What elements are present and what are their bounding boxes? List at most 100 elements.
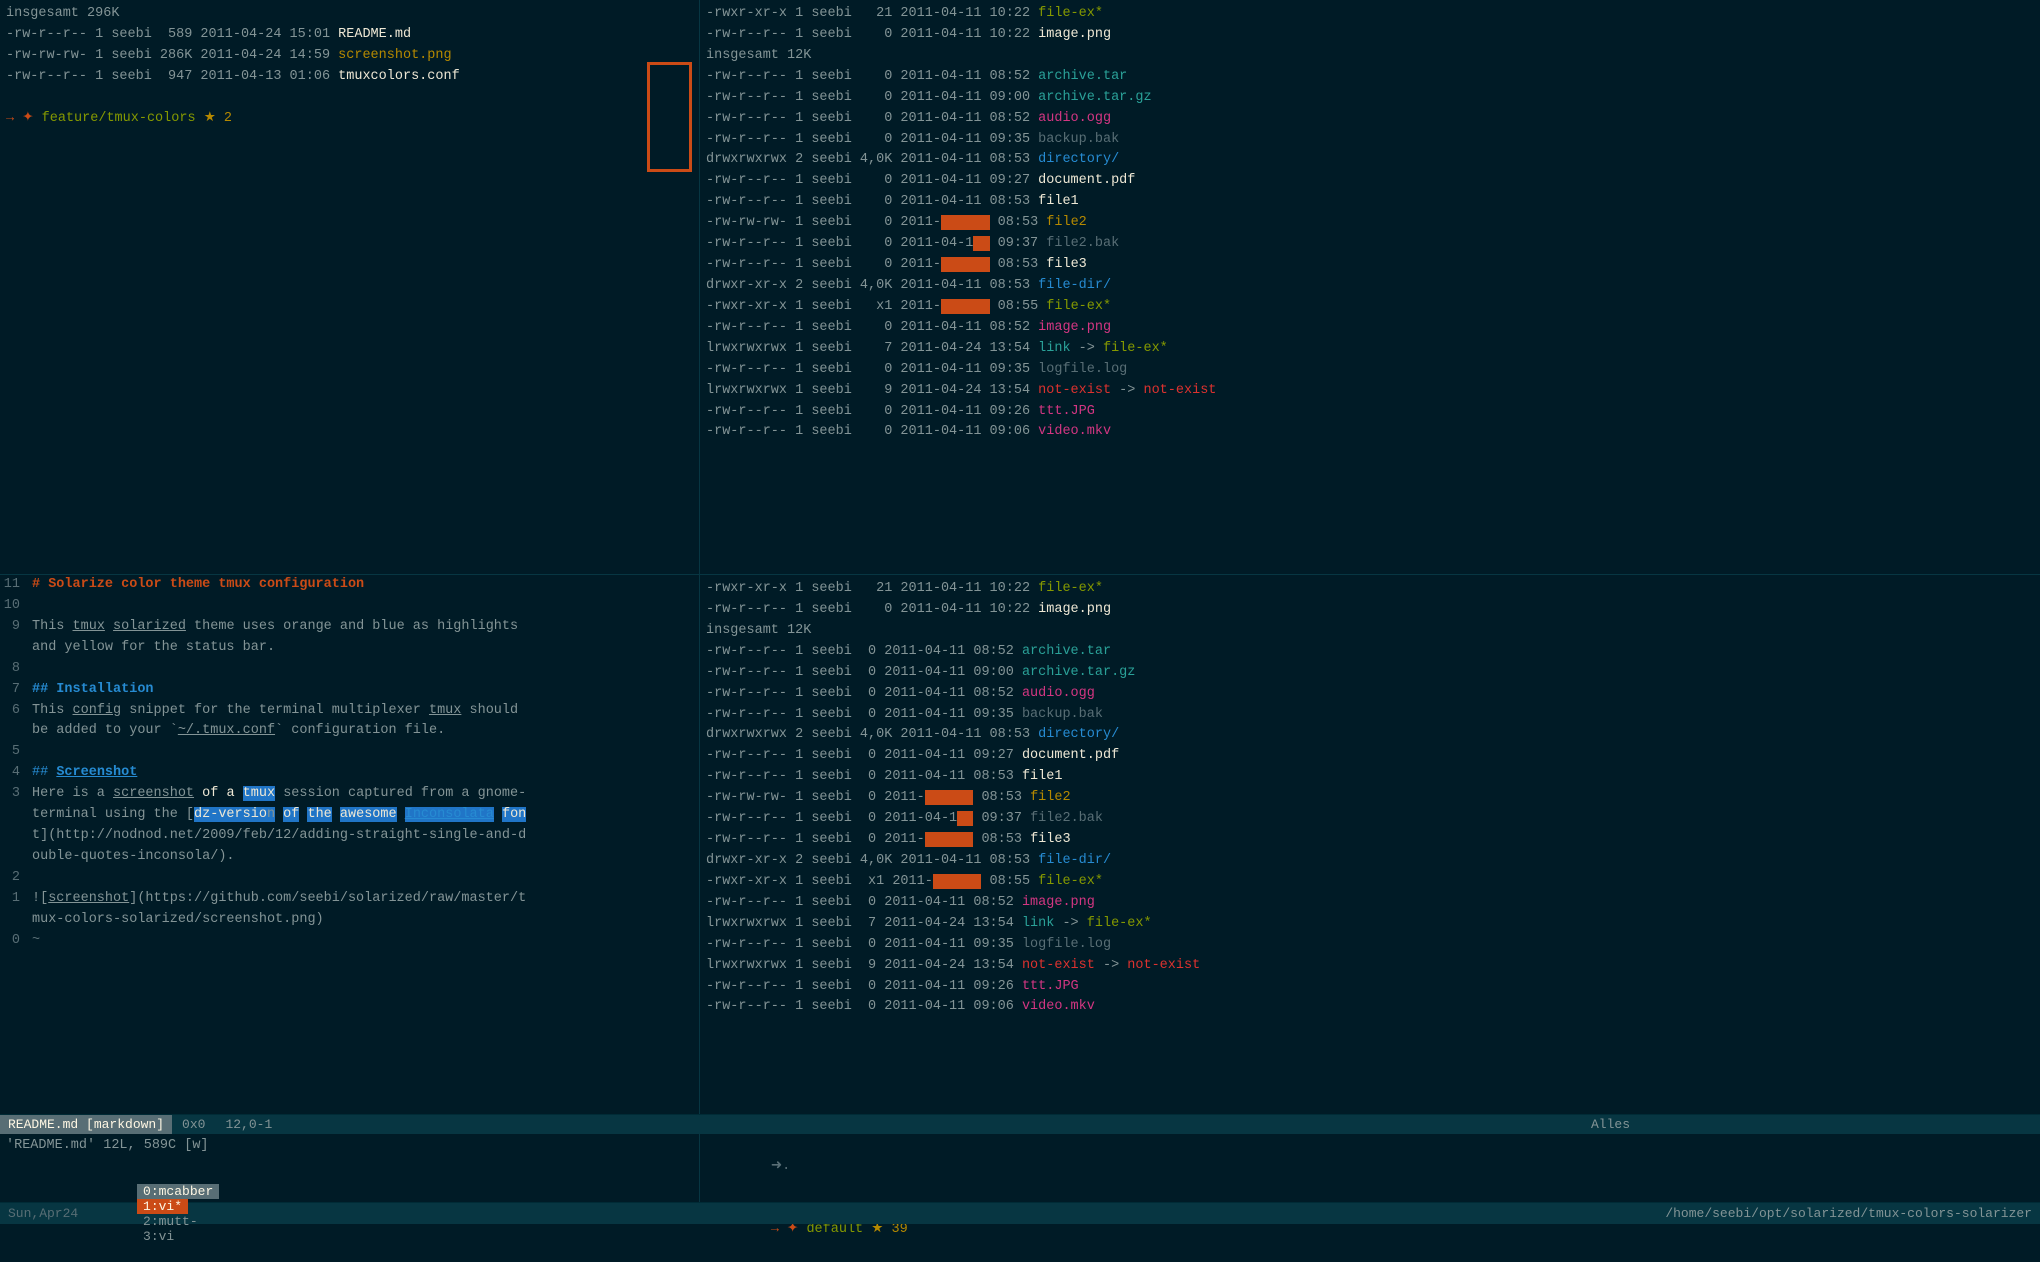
line-content-2	[28, 868, 699, 889]
line-num-3c	[0, 826, 28, 847]
line-num-1b	[0, 910, 28, 931]
line-num-3: 3	[0, 784, 28, 805]
r-line-link: lrwxrwxrwx 1 seebi 7 2011-04-24 13:54 li…	[700, 339, 2040, 360]
fb-line-9: -rw-r--r-- 1 seebi 0 2011-04-11 09:27 do…	[700, 746, 2040, 767]
shell-prompt-right: ➜.	[706, 1136, 2034, 1199]
fb-line-5: -rw-r--r-- 1 seebi 0 2011-04-11 09:00 ar…	[700, 663, 2040, 684]
editor-line-9: 9 This tmux solarized theme uses orange …	[0, 617, 699, 638]
r-line-doc: -rw-r--r-- 1 seebi 0 2011-04-11 09:27 do…	[700, 171, 2040, 192]
editor-line-2: 2	[0, 868, 699, 889]
line-num-8: 8	[0, 659, 28, 680]
line-num-11: 11	[0, 575, 28, 596]
r-line-file1: -rw-r--r-- 1 seebi 0 2011-04-11 08:53 fi…	[700, 192, 2040, 213]
left-top-pane[interactable]: insgesamt 296K -rw-r--r-- 1 seebi 589 20…	[0, 0, 700, 574]
ls-line-total: insgesamt 296K	[0, 4, 699, 25]
line-num-4: 4	[0, 763, 28, 784]
ls-line-blank	[0, 88, 699, 109]
r-line-3: insgesamt 12K	[700, 46, 2040, 67]
editor-line-1b: mux-colors-solarized/screenshot.png)	[0, 910, 699, 931]
r-line-file3: -rw-r--r-- 1 seebi 0 2011- 08:53 file3	[700, 255, 2040, 276]
line-content-0: ~	[28, 931, 699, 952]
r-line-notexist: lrwxrwxrwx 1 seebi 9 2011-04-24 13:54 no…	[700, 381, 2040, 402]
line-content-8	[28, 659, 699, 680]
r-line-file2: -rw-rw-rw- 1 seebi 0 2011- 08:53 file2	[700, 213, 2040, 234]
fb-line-18: -rw-r--r-- 1 seebi 0 2011-04-11 09:35 lo…	[700, 935, 2040, 956]
fb-line-16: -rw-r--r-- 1 seebi 0 2011-04-11 08:52 im…	[700, 893, 2040, 914]
fb-line-14: drwxr-xr-x 2 seebi 4,0K 2011-04-11 08:53…	[700, 851, 2040, 872]
vim-message: 'README.md' 12L, 589C [w]	[6, 1136, 693, 1157]
line-num-1: 1	[0, 889, 28, 910]
line-content-6: This config snippet for the terminal mul…	[28, 701, 699, 722]
line-num-6: 6	[0, 701, 28, 722]
bottom-terminal: 'README.md' 12L, 589C [w] ➜. → ✦ default…	[0, 1134, 2040, 1202]
r-line-archive-tar: -rw-r--r-- 1 seebi 0 2011-04-11 08:52 ar…	[700, 67, 2040, 88]
fb-line-7: -rw-r--r-- 1 seebi 0 2011-04-11 09:35 ba…	[700, 705, 2040, 726]
line-content-1: ![screenshot](https://github.com/seebi/s…	[28, 889, 699, 910]
pane-info-left: 0:mcabber 1:vi* 2:mutt- 3:vi	[90, 1169, 219, 1259]
line-num-9: 9	[0, 617, 28, 638]
editor-line-1: 1 ![screenshot](https://github.com/seebi…	[0, 889, 699, 910]
cursor-indicator	[647, 62, 692, 172]
bottom-right-pane[interactable]: ➜. → ✦ default ★ 39	[700, 1134, 2040, 1202]
fb-line-3: insgesamt 12K	[700, 621, 2040, 642]
r-line-dir: drwxrwxrwx 2 seebi 4,0K 2011-04-11 08:53…	[700, 150, 2040, 171]
editor-line-9b: and yellow for the status bar.	[0, 638, 699, 659]
r-line-fileex: -rwxr-xr-x 1 seebi x1 2011- 08:55 file-e…	[700, 297, 2040, 318]
r-line-1: -rwxr-xr-x 1 seebi 21 2011-04-11 10:22 f…	[700, 4, 2040, 25]
line-content-6b: be added to your `~/.tmux.conf` configur…	[28, 721, 699, 742]
line-content-3b: terminal using the [dz-version of the aw…	[28, 805, 699, 826]
line-num-0: 0	[0, 931, 28, 952]
ls-line-tmuxconf: -rw-r--r-- 1 seebi 947 2011-04-13 01:06 …	[0, 67, 699, 88]
fb-line-12: -rw-r--r-- 1 seebi 0 2011-04-1 09:37 fil…	[700, 809, 2040, 830]
terminal-container: insgesamt 296K -rw-r--r-- 1 seebi 589 20…	[0, 0, 2040, 1224]
line-content-9: This tmux solarized theme uses orange an…	[28, 617, 699, 638]
date-info: Sun,Apr24	[8, 1206, 78, 1221]
file-browser-pane[interactable]: -rwxr-xr-x 1 seebi 21 2011-04-11 10:22 f…	[700, 575, 2040, 1114]
fb-line-20: -rw-r--r-- 1 seebi 0 2011-04-11 09:26 tt…	[700, 977, 2040, 998]
line-content-3: Here is a screenshot of a tmux session c…	[28, 784, 699, 805]
line-content-5	[28, 742, 699, 763]
line-content-3d: ouble-quotes-inconsola/).	[28, 847, 699, 868]
fb-line-2: -rw-r--r-- 1 seebi 0 2011-04-11 10:22 im…	[700, 600, 2040, 621]
editor-line-7: 7 ## Installation	[0, 680, 699, 701]
ls-line-screenshot: -rw-rw-rw- 1 seebi 286K 2011-04-24 14:59…	[0, 46, 699, 67]
line-content-7: ## Installation	[28, 680, 699, 701]
r-line-ttt: -rw-r--r-- 1 seebi 0 2011-04-11 09:26 tt…	[700, 402, 2040, 423]
editor-line-3c: t](http://nodnod.net/2009/feb/12/adding-…	[0, 826, 699, 847]
line-content-1b: mux-colors-solarized/screenshot.png)	[28, 910, 699, 931]
vim-filename: README.md [markdown]	[0, 1115, 172, 1134]
editor-line-10: 10	[0, 596, 699, 617]
line-num-5: 5	[0, 742, 28, 763]
r-line-file2bak: -rw-r--r-- 1 seebi 0 2011-04-1 09:37 fil…	[700, 234, 2040, 255]
editor-line-4: 4 ## Screenshot	[0, 763, 699, 784]
editor-line-0: 0 ~	[0, 931, 699, 952]
line-content-11: # Solarize color theme tmux configuratio…	[28, 575, 699, 596]
bottom-status: Sun,Apr24 0:mcabber 1:vi* 2:mutt- 3:vi /…	[0, 1202, 2040, 1224]
line-num-3b	[0, 805, 28, 826]
editor-pane[interactable]: 11 # Solarize color theme tmux configura…	[0, 575, 700, 1114]
line-num-7: 7	[0, 680, 28, 701]
top-section: insgesamt 296K -rw-r--r-- 1 seebi 589 20…	[0, 0, 2040, 574]
vim-lineinfo: 12,0-1	[215, 1117, 282, 1132]
editor-line-11: 11 # Solarize color theme tmux configura…	[0, 575, 699, 596]
fb-line-13: -rw-r--r-- 1 seebi 0 2011- 08:53 file3	[700, 830, 2040, 851]
right-top-pane[interactable]: -rwxr-xr-x 1 seebi 21 2011-04-11 10:22 f…	[700, 0, 2040, 574]
r-line-video: -rw-r--r-- 1 seebi 0 2011-04-11 09:06 vi…	[700, 422, 2040, 443]
editor-line-3: 3 Here is a screenshot of a tmux session…	[0, 784, 699, 805]
r-line-logfile: -rw-r--r-- 1 seebi 0 2011-04-11 09:35 lo…	[700, 360, 2040, 381]
line-num-6b	[0, 721, 28, 742]
r-line-filedir: drwxr-xr-x 2 seebi 4,0K 2011-04-11 08:53…	[700, 276, 2040, 297]
fb-line-19: lrwxrwxrwx 1 seebi 9 2011-04-24 13:54 no…	[700, 956, 2040, 977]
fb-line-21: -rw-r--r-- 1 seebi 0 2011-04-11 09:06 vi…	[700, 997, 2040, 1018]
prompt-line-left: → ✦ feature/tmux-colors ★ 2	[0, 109, 699, 130]
r-line-image2: -rw-r--r-- 1 seebi 0 2011-04-11 08:52 im…	[700, 318, 2040, 339]
fb-line-6: -rw-r--r-- 1 seebi 0 2011-04-11 08:52 au…	[700, 684, 2040, 705]
editor-line-8: 8	[0, 659, 699, 680]
line-num-3d	[0, 847, 28, 868]
fb-line-8: drwxrwxrwx 2 seebi 4,0K 2011-04-11 08:53…	[700, 725, 2040, 746]
r-line-archive-gz: -rw-r--r-- 1 seebi 0 2011-04-11 09:00 ar…	[700, 88, 2040, 109]
editor-line-6b: be added to your `~/.tmux.conf` configur…	[0, 721, 699, 742]
vim-percent: Alles	[1581, 1117, 1640, 1132]
fb-line-4: -rw-r--r-- 1 seebi 0 2011-04-11 08:52 ar…	[700, 642, 2040, 663]
r-line-backup: -rw-r--r-- 1 seebi 0 2011-04-11 09:35 ba…	[700, 130, 2040, 151]
